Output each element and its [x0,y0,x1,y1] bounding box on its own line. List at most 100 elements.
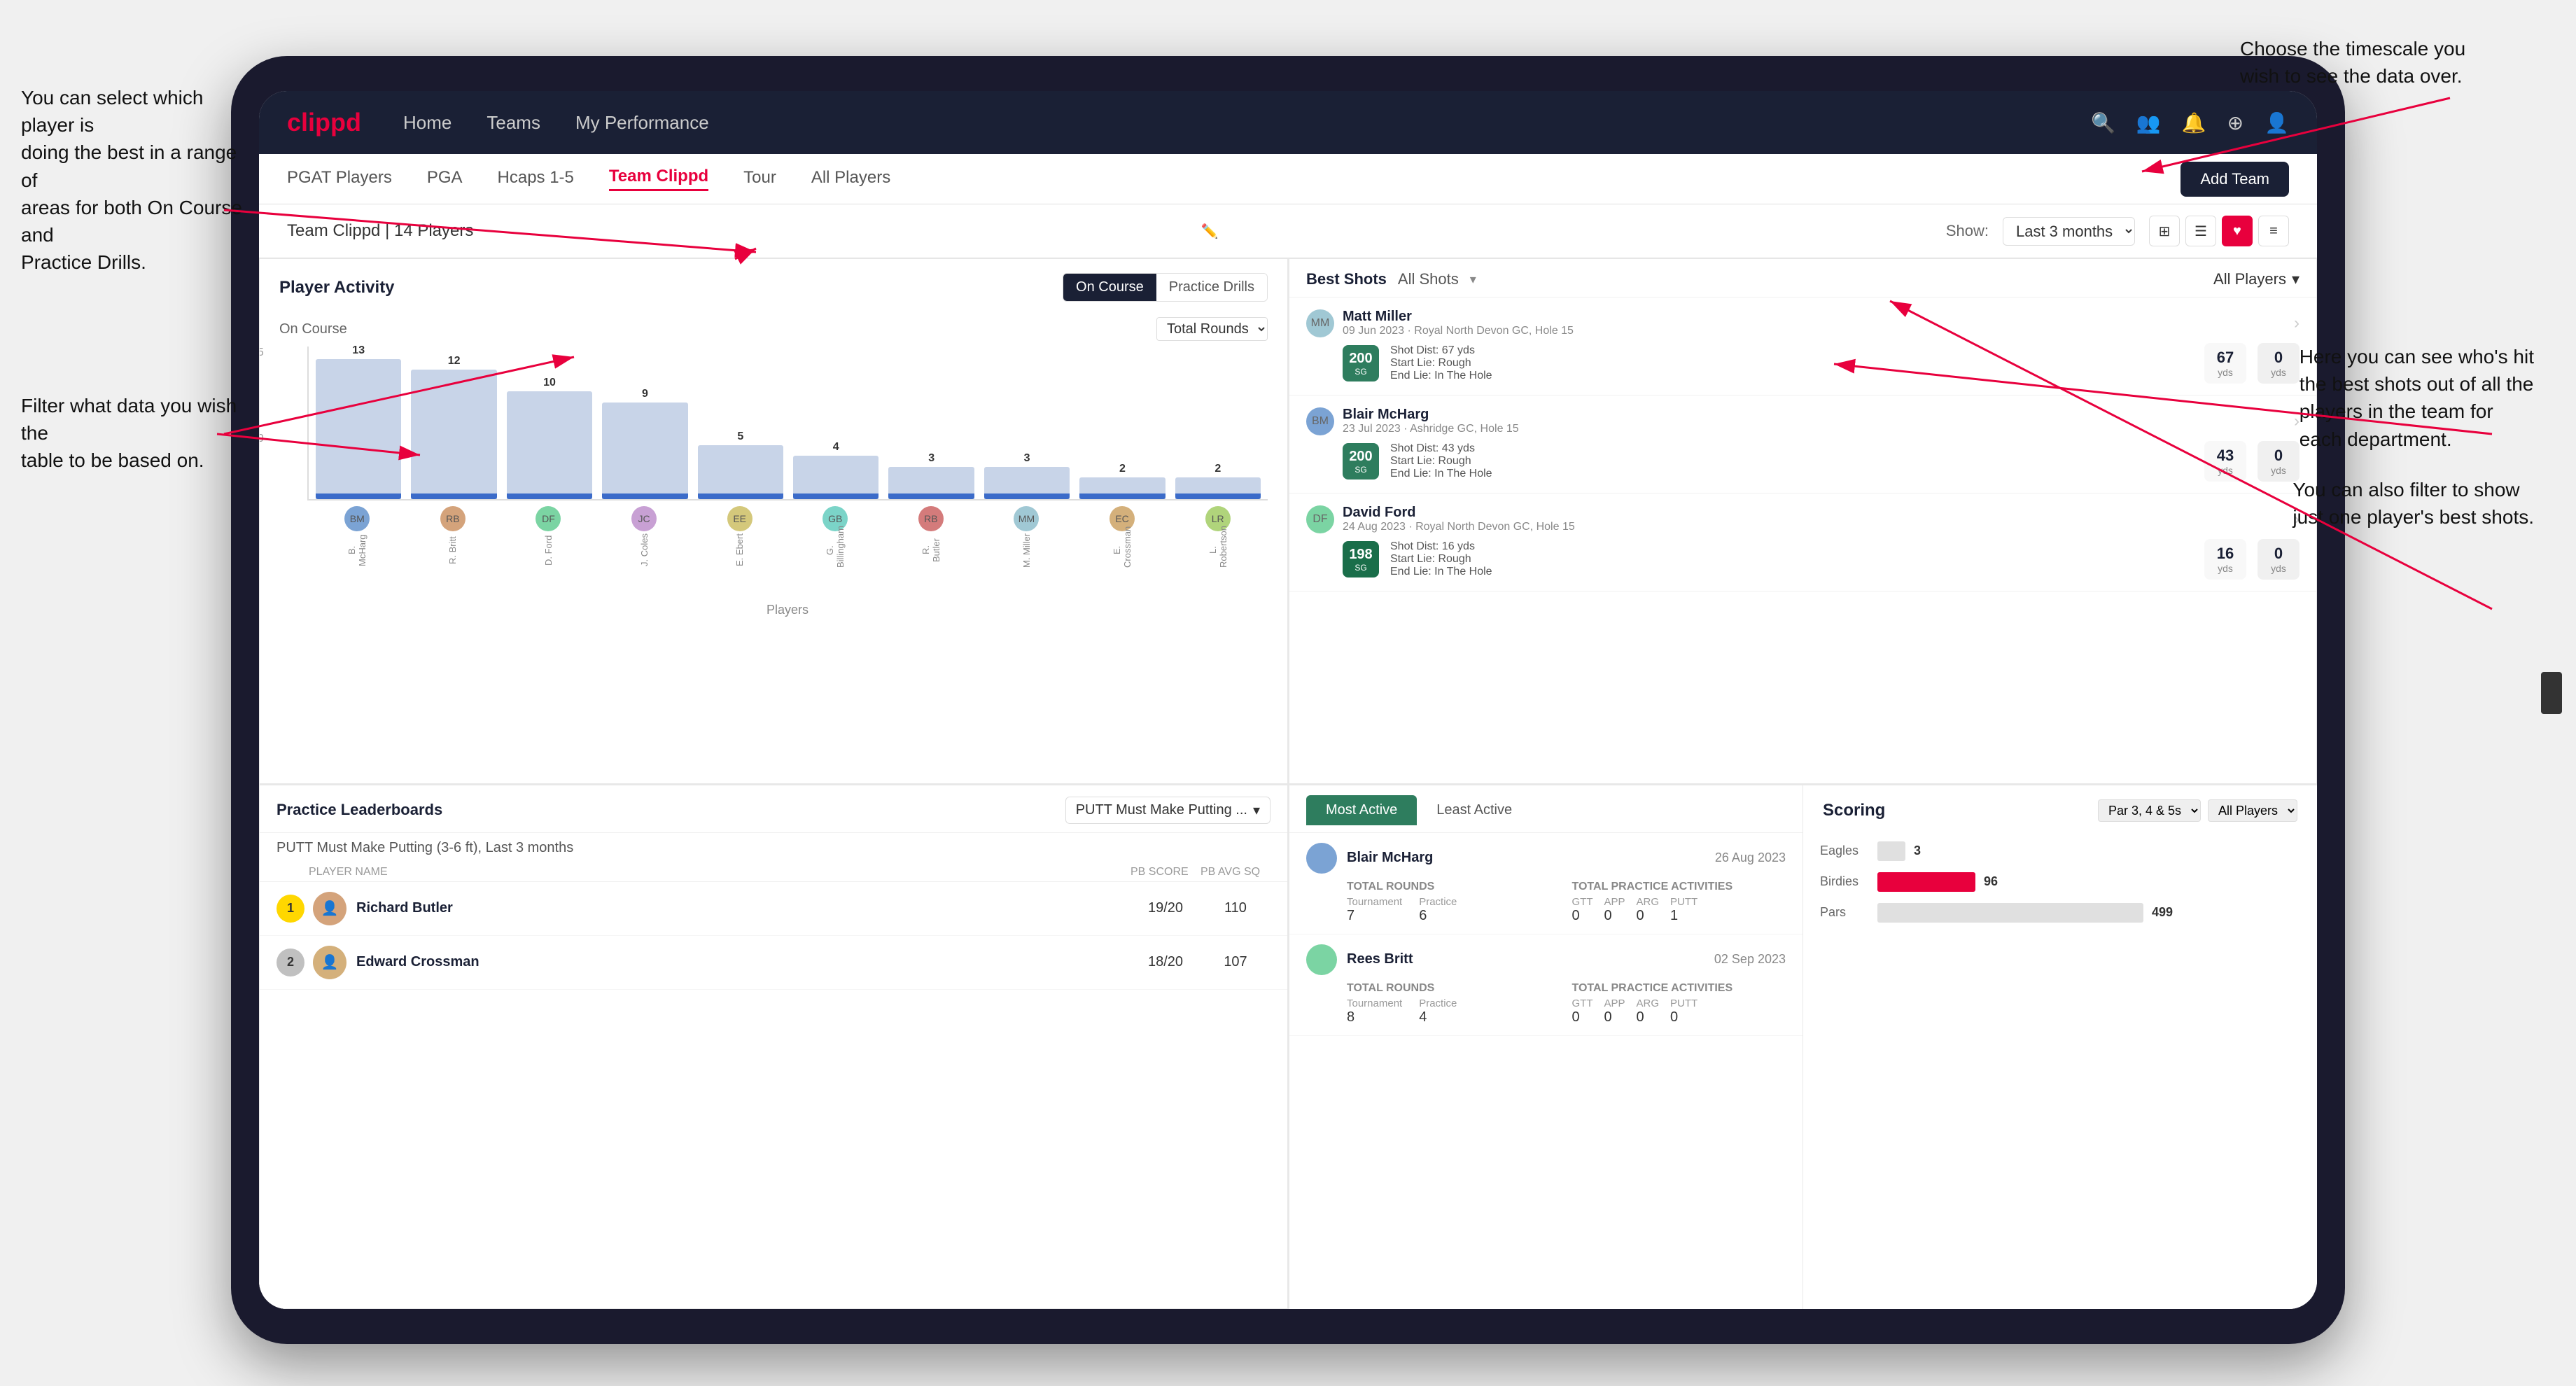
active-avatar-rees[interactable] [1306,944,1337,975]
practice-drill-dropdown[interactable]: PUTT Must Make Putting ... ▾ [1065,797,1270,824]
sub-nav: PGAT Players PGA Hcaps 1-5 Team Clippd T… [259,154,2317,204]
avatar-m-miller[interactable]: MM M. Miller [983,506,1070,568]
shot-chevron-1[interactable]: › [2294,314,2300,333]
all-players-shots-dropdown[interactable]: All Players ▾ [2213,270,2300,288]
scoring-player-filter[interactable]: All Players [2208,799,2297,822]
nav-home[interactable]: Home [403,112,451,134]
scoring-row-pars: Pars 499 [1820,903,2300,923]
chart-section-header: On Course Total Rounds Fairways Hit GIR [279,317,1268,341]
view-detail-button[interactable]: ≡ [2258,216,2289,246]
player-info-david-ford: David Ford 24 Aug 2023 · Royal North Dev… [1343,505,2286,533]
main-content: Player Activity On Course Practice Drill… [259,258,2317,1309]
avatar-d-ford[interactable]: DF D. Ford [505,506,592,568]
avatar-blair-mcharg[interactable]: BM [1306,407,1334,435]
all-shots-tab[interactable]: All Shots [1398,270,1459,288]
active-name-blair: Blair McHarg [1347,850,1715,866]
active-player-header-1: Blair McHarg 26 Aug 2023 [1306,843,1786,874]
show-dropdown[interactable]: Last 3 months Last 6 months Last year [2003,217,2135,246]
shot-item-blair-mcharg: BM Blair McHarg 23 Jul 2023 · Ashridge G… [1289,396,2316,493]
practice-acts-group-1: Total Practice Activities GTT 0 APP 0 [1572,881,1786,924]
total-rounds-group-1: Total Rounds Tournament 7 Practice 6 [1347,881,1561,924]
sub-nav-all-players[interactable]: All Players [811,168,890,190]
active-avatar-blair[interactable] [1306,843,1337,874]
annotation-player-filter: You can also filter to showjust one play… [2292,476,2534,531]
player-info-matt-miller: Matt Miller 09 Jun 2023 · Royal North De… [1343,309,2286,337]
annotation-player-select: You can select which player isdoing the … [21,84,245,276]
shot-stat-3-dist: 16 yds [2204,539,2246,580]
view-heart-button[interactable]: ♥ [2222,216,2253,246]
player-name-david-ford: David Ford [1343,505,2286,521]
rank-badge-1: 1 [276,895,304,923]
avatar-j-coles[interactable]: JC J. Coles [601,506,687,568]
lb-avg-richard: 110 [1200,900,1270,916]
plus-circle-icon[interactable]: ⊕ [2227,111,2244,134]
active-date-blair: 26 Aug 2023 [1715,850,1786,865]
bar-r-butler: 3 [888,452,974,499]
show-label: Show: [1946,222,1989,240]
chart-type-dropdown[interactable]: Total Rounds Fairways Hit GIR [1156,317,1268,341]
sub-nav-tour[interactable]: Tour [743,168,776,190]
best-shots-tab[interactable]: Best Shots [1306,270,1387,288]
show-section: Show: Last 3 months Last 6 months Last y… [1946,216,2289,246]
player-name-blair-mcharg: Blair McHarg [1343,407,2286,423]
active-player-header-2: Rees Britt 02 Sep 2023 [1306,944,1786,975]
scoring-par-filter[interactable]: Par 3, 4 & 5s [2098,799,2201,822]
sub-nav-team-clippd[interactable]: Team Clippd [609,167,708,191]
player-activity-header: Player Activity On Course Practice Drill… [260,259,1287,310]
practice-leaderboards-panel: Practice Leaderboards PUTT Must Make Put… [259,784,1288,1310]
people-icon[interactable]: 👥 [2136,111,2161,134]
avatar-b-mcharg[interactable]: BM B. McHarg [314,506,400,568]
active-tabs: Most Active Least Active [1306,795,1532,825]
active-stats-blair: Total Rounds Tournament 7 Practice 6 [1347,881,1786,924]
shot-item-david-ford: DF David Ford 24 Aug 2023 · Royal North … [1289,493,2316,592]
pars-bar [1877,903,2143,923]
search-icon[interactable]: 🔍 [2091,111,2115,134]
profile-icon[interactable]: 👤 [2264,111,2289,134]
nav-my-performance[interactable]: My Performance [575,112,709,134]
bar-j-coles: 9 [602,388,687,499]
least-active-tab[interactable]: Least Active [1417,795,1532,825]
on-course-label: On Course [279,321,347,337]
avatar-e-ebert[interactable]: EE E. Ebert [696,506,783,568]
shot-details-3: 198 SG Shot Dist: 16 yds Start Lie: Roug… [1343,539,2300,580]
sub-nav-hcaps[interactable]: Hcaps 1-5 [498,168,574,190]
avatar-l-robertson[interactable]: LR L. Robertson [1175,506,1261,568]
nav-teams[interactable]: Teams [486,112,540,134]
shot-stat-3-zero: 0 yds [2258,539,2300,580]
player-course-blair-mcharg: 23 Jul 2023 · Ashridge GC, Hole 15 [1343,423,2286,435]
shot-stats-text-3: Shot Dist: 16 yds Start Lie: Rough End L… [1390,540,2193,578]
shot-item-matt-miller: MM Matt Miller 09 Jun 2023 · Royal North… [1289,298,2316,396]
eagles-bar [1877,841,1905,861]
shot-stats-text-2: Shot Dist: 43 yds Start Lie: Rough End L… [1390,442,2193,480]
scoring-title: Scoring [1823,801,1885,820]
shot-badge-1: 200 SG [1343,345,1379,382]
avatar-g-billingham[interactable]: GB G. Billingham [792,506,878,568]
most-active-panel: Most Active Least Active Blair McHarg 26… [1289,785,1803,1310]
practice-acts-group-2: Total Practice Activities GTT 0 APP 0 [1572,982,1786,1026]
avatar-r-butler[interactable]: RB R. Butler [888,506,974,568]
on-course-toggle[interactable]: On Course [1063,274,1156,301]
player-activity-panel: Player Activity On Course Practice Drill… [259,258,1288,784]
bar-b-mcharg: 13 [316,344,401,499]
add-team-button[interactable]: Add Team [2180,162,2289,197]
bell-icon[interactable]: 🔔 [2182,111,2206,134]
avatar-david-ford[interactable]: DF [1306,505,1334,533]
practice-drills-toggle[interactable]: Practice Drills [1156,274,1267,301]
player-course-matt-miller: 09 Jun 2023 · Royal North Devon GC, Hole… [1343,325,2286,337]
shot-stat-2-dist: 43 yds [2204,441,2246,482]
practice-header: Practice Leaderboards PUTT Must Make Put… [260,785,1287,833]
scoring-panel: Scoring Par 3, 4 & 5s All Players [1803,785,2317,1310]
lb-item-richard-butler[interactable]: 1 👤 Richard Butler 19/20 110 [260,882,1287,936]
annotation-filter: Filter what data you wish thetable to be… [21,392,245,475]
avatar-r-britt[interactable]: RB R. Britt [410,506,496,568]
avatar-e-crossman[interactable]: EC E. Crossman [1079,506,1166,568]
avatar-matt-miller[interactable]: MM [1306,309,1334,337]
view-list-button[interactable]: ☰ [2185,216,2216,246]
most-active-tab[interactable]: Most Active [1306,795,1417,825]
practice-title: Practice Leaderboards [276,801,442,819]
edit-team-icon[interactable]: ✏️ [1201,223,1219,240]
sub-nav-pga[interactable]: PGA [427,168,463,190]
lb-item-edward-crossman[interactable]: 2 👤 Edward Crossman 18/20 107 [260,936,1287,990]
view-grid-button[interactable]: ⊞ [2149,216,2180,246]
sub-nav-pgat[interactable]: PGAT Players [287,168,392,190]
